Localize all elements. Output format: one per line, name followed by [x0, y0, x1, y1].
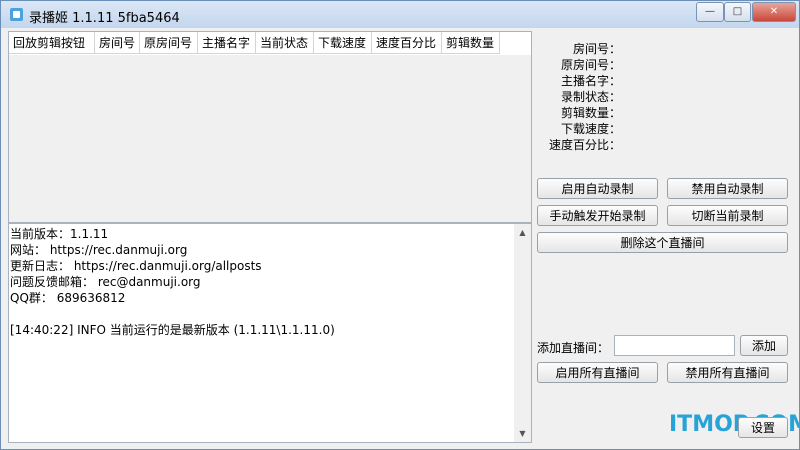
log-line: 当前版本：1.1.11	[10, 227, 109, 241]
log-line: 更新日志： https://rec.danmuji.org/allposts	[10, 259, 262, 273]
scroll-up-icon[interactable]: ▲	[514, 224, 531, 241]
disable-all-rooms-button[interactable]: 禁用所有直播间	[667, 362, 788, 383]
add-button[interactable]: 添加	[740, 335, 788, 356]
column-header-speed-percent[interactable]: 速度百分比	[372, 32, 442, 54]
cut-current-record-button[interactable]: 切断当前录制	[667, 205, 788, 226]
log-panel[interactable]: 当前版本：1.1.11 网站： https://rec.danmuji.org …	[8, 223, 532, 443]
room-details: 房间号： 原房间号： 主播名字： 录制状态： 剪辑数量： 下载速度： 速度百分比…	[541, 41, 621, 153]
label-download-speed: 下载速度：	[560, 122, 621, 136]
column-header-original-room-id[interactable]: 原房间号	[140, 32, 198, 54]
window-title: 录播姬 1.1.11 5fba5464	[29, 11, 180, 26]
minimize-button[interactable]: —	[696, 2, 724, 22]
label-clip-count: 剪辑数量：	[560, 106, 621, 120]
label-original-room-id: 原房间号：	[560, 58, 621, 72]
room-list[interactable]: 回放剪辑按钮 房间号 原房间号 主播名字 当前状态 下载速度 速度百分比 剪辑数…	[8, 31, 532, 223]
column-header-download-speed[interactable]: 下载速度	[314, 32, 372, 54]
app-window: 录播姬 1.1.11 5fba5464 — □ ✕ 回放剪辑按钮 房间号 原房间…	[0, 0, 800, 450]
column-header-streamer-name[interactable]: 主播名字	[198, 32, 256, 54]
label-streamer-name: 主播名字：	[560, 74, 621, 88]
settings-button[interactable]: 设置	[738, 417, 788, 438]
column-header-clip-count[interactable]: 剪辑数量	[442, 32, 500, 54]
maximize-button[interactable]: □	[724, 2, 751, 22]
log-line: [14:40:22] INFO 当前运行的是最新版本 (1.1.11\1.1.1…	[10, 323, 335, 337]
add-room-input[interactable]	[614, 335, 735, 356]
log-text: 当前版本：1.1.11 网站： https://rec.danmuji.org …	[10, 226, 515, 338]
manual-start-record-button[interactable]: 手动触发开始录制	[537, 205, 658, 226]
close-button[interactable]: ✕	[752, 2, 796, 22]
title-bar: 录播姬 1.1.11 5fba5464 — □ ✕	[1, 1, 799, 28]
column-header-replay-clip[interactable]: 回放剪辑按钮	[9, 32, 95, 54]
log-line: 问题反馈邮箱： rec@danmuji.org	[10, 275, 201, 289]
label-recording-status: 录制状态：	[560, 90, 621, 104]
room-list-body	[9, 55, 531, 222]
app-icon	[10, 8, 23, 21]
delete-room-button[interactable]: 删除这个直播间	[537, 232, 788, 253]
room-list-header: 回放剪辑按钮 房间号 原房间号 主播名字 当前状态 下载速度 速度百分比 剪辑数…	[9, 32, 500, 54]
label-room-id: 房间号：	[572, 42, 621, 56]
scroll-down-icon[interactable]: ▼	[514, 425, 531, 442]
enable-all-rooms-button[interactable]: 启用所有直播间	[537, 362, 658, 383]
label-speed-percent: 速度百分比：	[548, 138, 621, 152]
add-room-label: 添加直播间：	[537, 341, 610, 355]
log-line: 网站： https://rec.danmuji.org	[10, 243, 188, 257]
disable-auto-record-button[interactable]: 禁用自动录制	[667, 178, 788, 199]
column-header-current-status[interactable]: 当前状态	[256, 32, 314, 54]
log-line: QQ群： 689636812	[10, 291, 126, 305]
enable-auto-record-button[interactable]: 启用自动录制	[537, 178, 658, 199]
log-scrollbar[interactable]: ▲ ▼	[514, 224, 531, 442]
column-header-room-id[interactable]: 房间号	[95, 32, 140, 54]
